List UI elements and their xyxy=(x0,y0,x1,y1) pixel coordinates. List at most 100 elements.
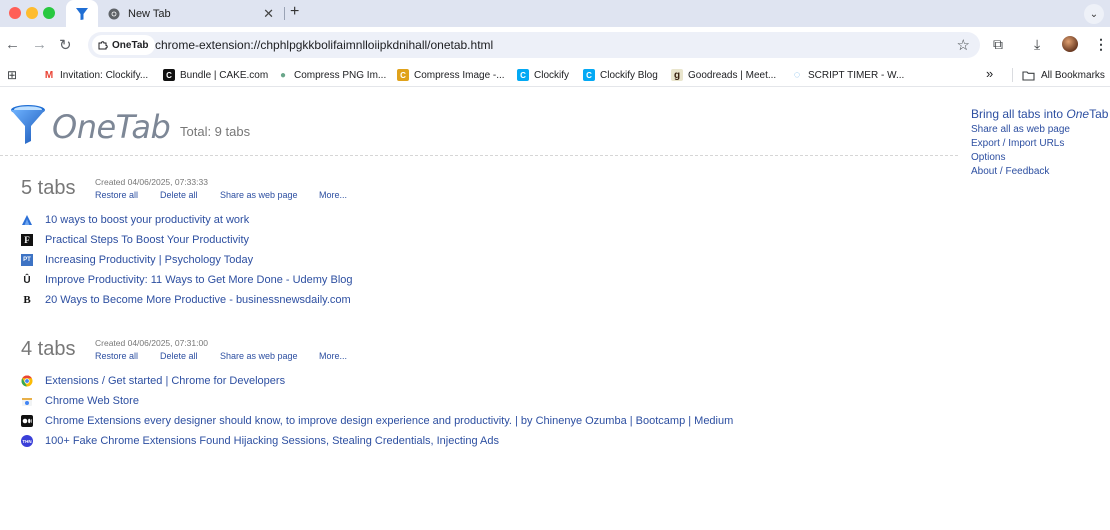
kebab-menu-icon[interactable]: ⋮ xyxy=(1094,36,1108,53)
bookmark-item[interactable]: ● Compress PNG Im... xyxy=(277,68,386,82)
bookmark-item[interactable]: M Invitation: Clockify... xyxy=(43,68,148,82)
group-created-date: Created 04/06/2025, 07:31:00 xyxy=(95,338,208,348)
delete-all-link[interactable]: Delete all xyxy=(160,190,198,200)
saved-tab-row[interactable]: Extensions / Get started | Chrome for De… xyxy=(21,373,285,389)
bring-all-suffix: Tab xyxy=(1089,107,1109,121)
saved-tab-link[interactable]: 100+ Fake Chrome Extensions Found Hijack… xyxy=(45,435,499,447)
forward-button[interactable]: → xyxy=(32,36,47,53)
browser-toolbar: ← → ↻ OneTab chrome-extension://chphlpgk… xyxy=(0,27,1110,63)
bookmark-item[interactable]: C Clockify Blog xyxy=(583,68,658,82)
onetab-logo-funnel-icon xyxy=(11,105,45,144)
site-info-chip[interactable]: OneTab xyxy=(92,35,156,55)
tab-search-button[interactable]: ⌄ xyxy=(1084,4,1104,24)
saved-tab-link[interactable]: Improve Productivity: 11 Ways to Get Mor… xyxy=(45,274,353,286)
more-link[interactable]: More... xyxy=(319,351,347,361)
compress-image-icon: C xyxy=(397,69,409,81)
about-feedback-link[interactable]: About / Feedback xyxy=(971,166,1108,177)
clockify-icon: C xyxy=(517,69,529,81)
tab-onetab[interactable] xyxy=(66,0,98,27)
saved-tab-row[interactable]: 10 ways to boost your productivity at wo… xyxy=(21,212,249,228)
bnd-icon: B xyxy=(23,294,31,306)
restore-all-link[interactable]: Restore all xyxy=(95,190,138,200)
bookmarks-bar: ⊞ M Invitation: Clockify... C Bundle | C… xyxy=(0,63,1110,87)
browser-tab-strip: New Tab ✕ + ⌄ xyxy=(0,0,1110,27)
chrome-icon xyxy=(21,375,33,387)
apps-grid-icon[interactable]: ⊞ xyxy=(7,68,17,82)
address-bar[interactable]: OneTab chrome-extension://chphlpgkkbolif… xyxy=(88,32,980,58)
saved-tab-link[interactable]: Chrome Web Store xyxy=(45,395,139,407)
group-tab-count: 5 tabs xyxy=(21,177,76,199)
share-as-web-page-link[interactable]: Share as web page xyxy=(220,190,298,200)
new-tab-button[interactable]: + xyxy=(290,3,299,21)
restore-all-link[interactable]: Restore all xyxy=(95,351,138,361)
saved-tab-row[interactable]: Chrome Web Store xyxy=(21,393,139,409)
tab-new-tab[interactable]: New Tab ✕ xyxy=(100,0,282,27)
bookmark-item[interactable]: ◌ SCRIPT TIMER - W... xyxy=(791,68,904,82)
timer-icon: ◌ xyxy=(791,69,803,81)
bookmark-label: Clockify Blog xyxy=(600,69,658,81)
saved-tab-row[interactable]: B 20 Ways to Become More Productive - bu… xyxy=(21,292,351,308)
zoom-window-button[interactable] xyxy=(43,7,55,19)
tab-title: New Tab xyxy=(128,7,171,20)
udemy-icon: Û xyxy=(23,274,31,286)
extensions-puzzle-icon[interactable]: ⧉ xyxy=(993,36,1003,53)
reload-button[interactable]: ↻ xyxy=(59,36,72,54)
bookmarks-divider xyxy=(1012,68,1013,82)
group-created-date: Created 04/06/2025, 07:33:33 xyxy=(95,177,208,187)
more-link[interactable]: More... xyxy=(319,190,347,200)
panda-icon: ● xyxy=(277,69,289,81)
all-bookmarks-button[interactable]: All Bookmarks xyxy=(1022,68,1105,82)
onetab-logo-text: OneTab xyxy=(52,108,171,146)
minimize-window-button[interactable] xyxy=(26,7,38,19)
downloads-icon[interactable]: ⤓ xyxy=(1034,36,1040,53)
bookmark-label: SCRIPT TIMER - W... xyxy=(808,69,905,81)
share-all-link[interactable]: Share all as web page xyxy=(971,124,1108,135)
bookmark-label: Goodreads | Meet... xyxy=(688,69,777,81)
onetab-funnel-icon xyxy=(76,7,88,20)
chrome-icon xyxy=(108,8,120,19)
gmail-icon: M xyxy=(43,69,55,81)
bookmark-item[interactable]: g Goodreads | Meet... xyxy=(671,68,776,82)
bookmark-label: Compress PNG Im... xyxy=(294,69,387,81)
saved-tab-link[interactable]: 20 Ways to Become More Productive - busi… xyxy=(45,294,351,306)
close-window-button[interactable] xyxy=(9,7,21,19)
saved-tab-link[interactable]: 10 ways to boost your productivity at wo… xyxy=(45,214,249,226)
saved-tab-link[interactable]: Increasing Productivity | Psychology Tod… xyxy=(45,254,253,266)
profile-avatar[interactable] xyxy=(1062,36,1078,52)
share-as-web-page-link[interactable]: Share as web page xyxy=(220,351,298,361)
global-actions: Bring all tabs into OneTab Share all as … xyxy=(971,107,1108,177)
saved-tab-link[interactable]: Extensions / Get started | Chrome for De… xyxy=(45,375,285,387)
delete-all-link[interactable]: Delete all xyxy=(160,351,198,361)
saved-tab-row[interactable]: Chrome Extensions every designer should … xyxy=(21,413,733,429)
bookmark-item[interactable]: C Compress Image -... xyxy=(397,68,505,82)
saved-tab-row[interactable]: Û Improve Productivity: 11 Ways to Get M… xyxy=(21,272,353,288)
site-chip-label: OneTab xyxy=(112,39,149,51)
close-tab-icon[interactable]: ✕ xyxy=(263,6,274,22)
group-tab-count: 4 tabs xyxy=(21,338,76,360)
bookmark-label: Invitation: Clockify... xyxy=(60,69,149,81)
psychology-today-icon: PT xyxy=(21,254,33,266)
bookmark-item[interactable]: C Bundle | CAKE.com xyxy=(163,68,268,82)
saved-tab-row[interactable]: PT Increasing Productivity | Psychology … xyxy=(21,252,253,268)
bring-all-tabs-link[interactable]: Bring all tabs into OneTab xyxy=(971,107,1108,121)
extension-puzzle-icon xyxy=(98,41,108,50)
bring-all-em: One xyxy=(1066,107,1090,121)
export-import-link[interactable]: Export / Import URLs xyxy=(971,138,1108,149)
back-button[interactable]: ← xyxy=(5,36,20,53)
bookmarks-overflow-button[interactable]: » xyxy=(986,66,993,81)
options-link[interactable]: Options xyxy=(971,152,1108,163)
bookmark-star-icon[interactable]: ☆ xyxy=(957,36,970,54)
hackernews-icon: THN xyxy=(21,435,33,447)
url-text[interactable]: chrome-extension://chphlpgkkbolifaimnllo… xyxy=(155,38,493,52)
saved-tab-link[interactable]: Chrome Extensions every designer should … xyxy=(45,415,733,427)
goodreads-icon: g xyxy=(671,69,683,81)
bookmark-item[interactable]: C Clockify xyxy=(517,68,569,82)
header-divider xyxy=(0,155,958,156)
saved-tab-link[interactable]: Practical Steps To Boost Your Productivi… xyxy=(45,234,249,246)
clockify-blog-icon: C xyxy=(583,69,595,81)
atlassian-icon xyxy=(22,215,32,225)
saved-tab-row[interactable]: F Practical Steps To Boost Your Producti… xyxy=(21,232,249,248)
saved-tab-row[interactable]: THN 100+ Fake Chrome Extensions Found Hi… xyxy=(21,433,499,449)
all-bookmarks-label: All Bookmarks xyxy=(1041,69,1105,81)
folder-icon xyxy=(1022,70,1035,81)
